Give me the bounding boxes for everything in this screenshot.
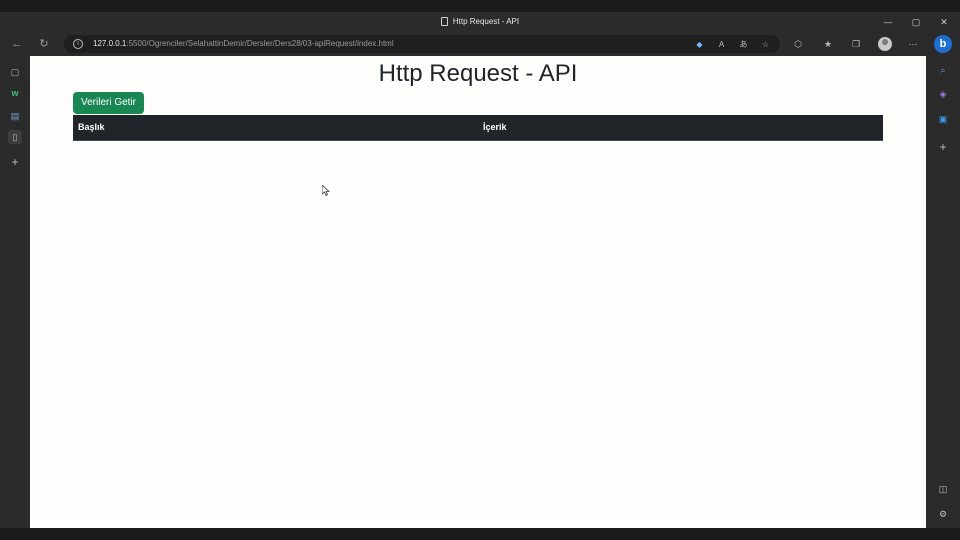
minimize-button[interactable]: — [882, 16, 894, 28]
column-header-content: İçerik [478, 115, 883, 141]
refresh-icon[interactable]: ↻ [37, 37, 51, 51]
collections-icon[interactable]: ❐ [849, 37, 863, 51]
more-icon[interactable]: ⋯ [906, 37, 920, 51]
close-button[interactable]: ✕ [938, 16, 950, 28]
profile-icon[interactable] [878, 37, 892, 51]
tab-actions-icon[interactable]: ▢ [8, 65, 22, 79]
settings-gear-icon[interactable]: ⚙ [936, 507, 950, 521]
search-icon[interactable]: ⌕ [936, 63, 950, 77]
table-header: Başlık İçerik [73, 115, 883, 141]
read-aloud-icon[interactable]: A [716, 39, 727, 50]
url-host: 127.0.0.1 [93, 39, 127, 48]
tag-icon[interactable]: ◆ [694, 39, 705, 50]
tab-favicon-icon[interactable]: ▤ [8, 109, 22, 123]
screen-bottom-edge [0, 528, 960, 540]
extensions-icon[interactable]: ⬡ [791, 37, 805, 51]
window-title: Http Request - API [0, 17, 960, 26]
bing-icon[interactable]: b [934, 35, 952, 53]
title-bar: Http Request - API — ▢ ✕ [0, 12, 960, 32]
table-header-row: Başlık İçerik [73, 115, 883, 141]
page-title: Http Request - API [378, 60, 578, 87]
edge-sidebar: ⌕ ◈ ▣ + ◫ ⚙ [926, 56, 960, 540]
page-document-icon [440, 17, 448, 26]
window-title-text: Http Request - API [452, 17, 520, 26]
maximize-button[interactable]: ▢ [910, 16, 922, 28]
fetch-data-button[interactable]: Verileri Getir [73, 92, 145, 114]
screen-top-edge [0, 0, 960, 12]
favorites-icon[interactable]: ★ [821, 37, 835, 51]
url-path: :5500/Ogrenciler/SelahattinDemir/Dersler… [126, 39, 394, 48]
tab-favicon-w-icon[interactable]: w [8, 86, 22, 100]
copilot-icon[interactable]: ◈ [936, 87, 950, 101]
page-viewport: Http Request - API Verileri Getir Başlık… [30, 56, 926, 528]
vertical-tabs-rail: ▢ w ▤ ▯ + [0, 56, 30, 540]
url-text[interactable]: 127.0.0.1:5500/Ogrenciler/SelahattinDemi… [93, 39, 394, 48]
data-table: Başlık İçerik [73, 115, 883, 141]
sidebar-toggle-icon[interactable]: ◫ [936, 482, 950, 496]
new-tab-icon[interactable]: + [8, 155, 22, 169]
browser-window: Http Request - API — ▢ ✕ ← ↻ i 127.0.0.1… [0, 0, 960, 540]
back-icon[interactable]: ← [10, 37, 24, 51]
translate-icon[interactable]: あ [738, 39, 749, 50]
favorite-add-icon[interactable]: ☆ [760, 39, 771, 50]
address-bar[interactable]: i 127.0.0.1:5500/Ogrenciler/SelahattinDe… [64, 35, 780, 53]
outlook-icon[interactable]: ▣ [936, 112, 950, 126]
column-header-title: Başlık [73, 115, 478, 141]
browser-toolbar: ← ↻ i 127.0.0.1:5500/Ogrenciler/Selahatt… [0, 32, 960, 56]
add-sidebar-app-icon[interactable]: + [936, 140, 950, 154]
tab-current-page-icon[interactable]: ▯ [8, 130, 22, 144]
info-icon[interactable]: i [73, 39, 83, 49]
